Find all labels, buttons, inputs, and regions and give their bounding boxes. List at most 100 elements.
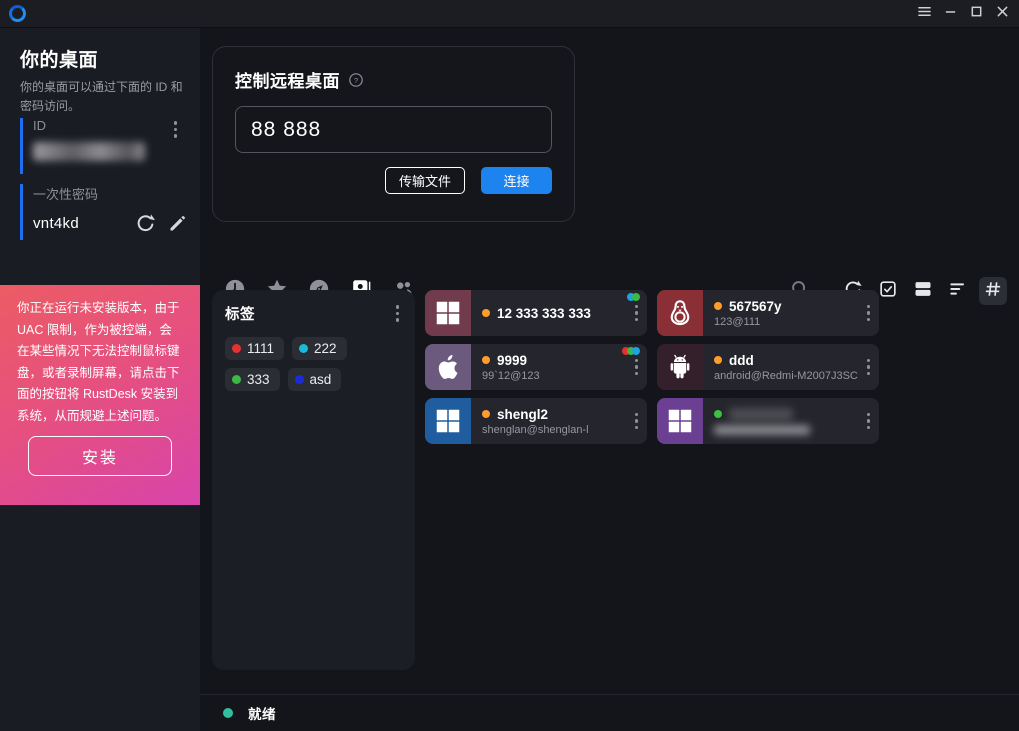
- windows-platform-icon: [657, 398, 703, 444]
- tags-header: 标签: [225, 303, 255, 324]
- tag-label: asd: [310, 372, 332, 387]
- main-area: 控制远程桌面 ? 传输文件 连接 标签 1111 222 333 asd 12 333…: [200, 28, 1019, 731]
- windows-logo-icon: [433, 406, 463, 436]
- peer-card[interactable]: 12 333 333 333: [425, 290, 647, 336]
- peers-content: 标签 1111222333asd 12 333 333 333567567y12…: [212, 290, 1007, 691]
- peer-status-icon: [714, 302, 722, 310]
- peer-name: 567567y: [729, 299, 782, 314]
- tag-label: 1111: [247, 341, 274, 356]
- peer-info: shengl2shenglan@shenglan-l: [471, 407, 628, 436]
- refresh-password-icon[interactable]: [135, 213, 156, 234]
- minimize-icon: [944, 5, 957, 23]
- peer-info: 567567y 123@111: [703, 299, 860, 328]
- tags-panel: 标签 1111 222 333 asd: [212, 290, 415, 670]
- peer-menu-button[interactable]: [864, 410, 874, 433]
- peer-tag-dots: [625, 347, 640, 355]
- desktop-description: 你的桌面可以通过下面的 ID 和密码访问。: [20, 78, 185, 115]
- peer-info: ddd android@Redmi-M2007J3SC: [703, 353, 860, 382]
- tags-menu-button[interactable]: [393, 302, 403, 325]
- tag-color-dot: [232, 375, 241, 384]
- peer-menu-button[interactable]: [632, 356, 642, 379]
- status-text: 就绪: [248, 703, 276, 723]
- peer-username: android@Redmi-M2007J3SC: [714, 370, 860, 382]
- peer-status-icon: [482, 410, 490, 418]
- peer-menu-button[interactable]: [632, 410, 642, 433]
- install-button[interactable]: 安装: [28, 436, 172, 476]
- peer-username: 123@111: [714, 316, 860, 328]
- password-label: 一次性密码: [33, 184, 188, 203]
- tag-label: 222: [314, 341, 337, 356]
- id-label: ID: [33, 118, 188, 133]
- peer-menu-button[interactable]: [864, 302, 874, 325]
- peer-username: shenglan@shenglan-l: [482, 424, 628, 436]
- peer-status-icon: [482, 356, 490, 364]
- close-icon: [996, 5, 1009, 23]
- connect-card: 控制远程桌面 ? 传输文件 连接: [212, 46, 575, 222]
- rustdesk-logo-icon: [9, 5, 26, 22]
- svg-text:?: ?: [354, 75, 358, 84]
- tag-color-dot: [232, 344, 241, 353]
- peers-grid: 12 333 333 333 567567y 123@111 9999 99`12@12…: [425, 290, 1007, 691]
- peer-tag-dots: [630, 293, 640, 301]
- id-section: ID: [20, 118, 188, 174]
- tag-chips: 1111 222 333 asd: [225, 337, 402, 391]
- status-bar: 就绪: [200, 694, 1019, 731]
- peer-status-icon: [482, 309, 490, 317]
- rustdesk-window: 你的桌面 你的桌面可以通过下面的 ID 和密码访问。 ID 一次性密码 vnt4…: [0, 0, 1019, 731]
- menu-button[interactable]: [911, 2, 937, 26]
- sidebar: 你的桌面 你的桌面可以通过下面的 ID 和密码访问。 ID 一次性密码 vnt4…: [0, 28, 200, 731]
- edit-password-icon[interactable]: [167, 213, 188, 234]
- password-value: vnt4kd: [33, 215, 79, 232]
- peer-info: 12 333 333 333: [471, 306, 628, 321]
- linux-platform-icon: [657, 290, 703, 336]
- peer-name: 12 333 333 333: [497, 306, 591, 321]
- apple-logo-icon: [433, 352, 463, 382]
- windows-logo-icon: [433, 298, 463, 328]
- tag-color-dot: [299, 344, 308, 353]
- peer-card[interactable]: [657, 398, 879, 444]
- tag-color-dot: [295, 375, 304, 384]
- peer-card[interactable]: 567567y 123@111: [657, 290, 879, 336]
- remote-id-input[interactable]: [235, 106, 552, 153]
- peer-name: ddd: [729, 353, 754, 368]
- tag-chip[interactable]: 1111: [225, 337, 284, 360]
- peer-name: 9999: [497, 353, 527, 368]
- apple-platform-icon: [425, 344, 471, 390]
- peer-menu-button[interactable]: [864, 356, 874, 379]
- transfer-file-button[interactable]: 传输文件: [385, 167, 465, 194]
- peer-status-icon: [714, 356, 722, 364]
- id-menu-button[interactable]: [171, 118, 181, 141]
- maximize-icon: [970, 5, 983, 23]
- peer-card[interactable]: 9999 99`12@123: [425, 344, 647, 390]
- maximize-button[interactable]: [963, 2, 989, 26]
- peer-menu-button[interactable]: [632, 302, 642, 325]
- peer-card[interactable]: ddd android@Redmi-M2007J3SC: [657, 344, 879, 390]
- windows-logo-icon: [665, 406, 695, 436]
- peer-username: 99`12@123: [482, 370, 628, 382]
- install-warning-text: 你正在运行未安装版本，由于 UAC 限制，作为被控端，会在某些情况下无法控制鼠标…: [17, 298, 183, 427]
- peer-card[interactable]: shengl2shenglan@shenglan-l: [425, 398, 647, 444]
- tag-chip[interactable]: 333: [225, 368, 280, 391]
- minimize-button[interactable]: [937, 2, 963, 26]
- android-platform-icon: [657, 344, 703, 390]
- desktop-title: 你的桌面: [20, 45, 98, 72]
- connect-button[interactable]: 连接: [481, 167, 552, 194]
- connect-title: 控制远程桌面: [235, 67, 340, 92]
- close-button[interactable]: [989, 2, 1015, 26]
- ready-status-icon: [223, 708, 233, 718]
- hamburger-icon: [918, 5, 931, 23]
- peer-sub-redacted: [714, 425, 810, 435]
- peer-info: [703, 408, 860, 435]
- help-icon[interactable]: ?: [348, 72, 364, 88]
- linux-tux-icon: [665, 298, 695, 328]
- peer-status-icon: [714, 410, 722, 418]
- titlebar: [0, 0, 1019, 28]
- windows-platform-icon: [425, 290, 471, 336]
- tag-label: 333: [247, 372, 270, 387]
- id-value-redacted: [33, 142, 145, 161]
- peer-name-redacted: [729, 408, 793, 421]
- install-warning-panel: 你正在运行未安装版本，由于 UAC 限制，作为被控端，会在某些情况下无法控制鼠标…: [0, 285, 200, 505]
- tag-chip[interactable]: 222: [292, 337, 347, 360]
- password-section: 一次性密码 vnt4kd: [20, 184, 188, 240]
- tag-chip[interactable]: asd: [288, 368, 342, 391]
